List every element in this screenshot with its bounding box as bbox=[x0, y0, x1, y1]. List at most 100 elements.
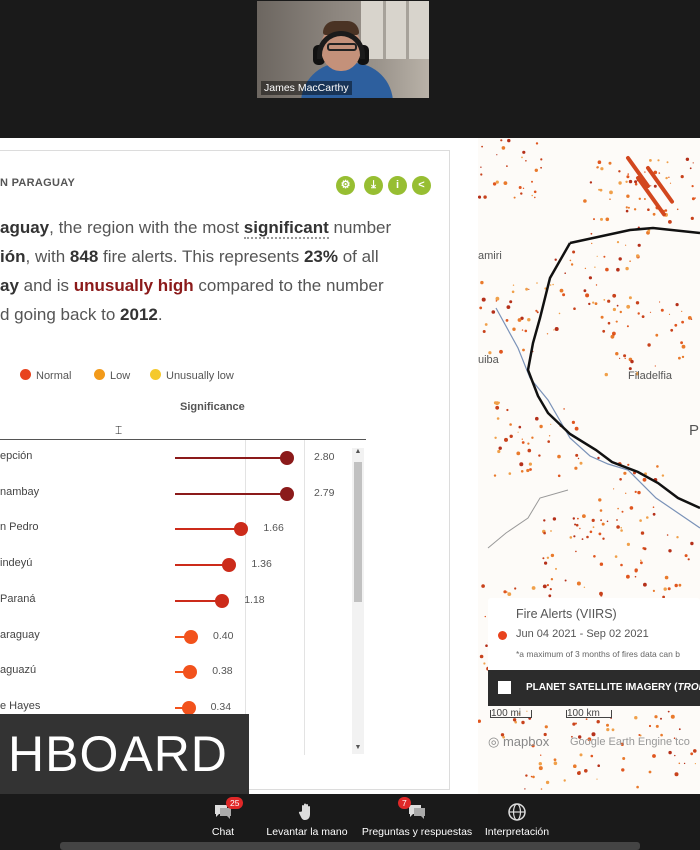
lollipop-dot[interactable] bbox=[222, 558, 237, 573]
fire-dot bbox=[571, 420, 575, 424]
significance-value: 0.40 bbox=[213, 629, 234, 642]
fire-dot bbox=[583, 199, 587, 203]
map-attribution[interactable]: Google Earth Engine tco bbox=[570, 736, 690, 748]
fire-dot bbox=[680, 341, 683, 345]
gear-icon[interactable]: ⚙ bbox=[336, 176, 355, 195]
raise-hand-label: Levantar la mano bbox=[266, 826, 348, 838]
fire-dot bbox=[690, 541, 694, 546]
fire-dot bbox=[513, 196, 516, 199]
participant-video[interactable]: James MacCarthy bbox=[257, 1, 429, 98]
fire-dot bbox=[589, 530, 593, 534]
fire-dot bbox=[554, 327, 559, 331]
region-boundary bbox=[569, 226, 700, 245]
fire-dot bbox=[680, 175, 684, 179]
interpretation-button[interactable]: Interpretación bbox=[480, 802, 554, 842]
fire-dot bbox=[678, 583, 682, 587]
raise-hand-button[interactable]: Levantar la mano bbox=[262, 802, 352, 842]
fire-dot bbox=[521, 156, 523, 159]
lollipop-dot[interactable] bbox=[184, 629, 198, 644]
qa-button[interactable]: 7 Preguntas y respuestas bbox=[358, 797, 476, 842]
fire-dot bbox=[564, 579, 567, 582]
fire-dot bbox=[620, 529, 623, 532]
scroll-up-arrow-icon[interactable]: ▲ bbox=[352, 448, 364, 458]
fire-dot bbox=[626, 194, 630, 198]
fire-dot bbox=[589, 181, 593, 184]
fire-map[interactable]: amiri Filadelfia uiba P Fire Alerts (VII… bbox=[478, 138, 700, 794]
fire-dot bbox=[540, 158, 543, 161]
lollipop-dot[interactable] bbox=[234, 522, 249, 537]
fire-dot bbox=[661, 474, 665, 477]
fire-dot bbox=[575, 523, 579, 527]
scroll-down-arrow-icon[interactable]: ▼ bbox=[352, 744, 364, 754]
scroll-thumb[interactable] bbox=[354, 462, 362, 602]
significance-value: 1.18 bbox=[244, 593, 265, 606]
fire-dot bbox=[483, 195, 487, 199]
mapbox-logo[interactable]: ◎ mapbox bbox=[488, 734, 549, 750]
fire-dot bbox=[626, 325, 629, 328]
table-row[interactable]: n Pedro 1.66 bbox=[0, 519, 350, 539]
table-scrollbar[interactable]: ▲ ▼ bbox=[352, 448, 364, 754]
region-name: aguazú bbox=[0, 664, 37, 677]
interpretation-label: Interpretación bbox=[484, 826, 550, 838]
fire-dot bbox=[618, 170, 621, 173]
table-row[interactable]: Paraná 1.18 bbox=[0, 591, 350, 611]
fire-dot bbox=[506, 165, 508, 167]
fire-dot bbox=[674, 583, 678, 588]
scale-bar-km: 100 km bbox=[566, 709, 612, 719]
region-name: araguay bbox=[0, 628, 40, 641]
lollipop-dot[interactable] bbox=[215, 593, 230, 608]
fire-dot bbox=[648, 724, 652, 728]
table-row[interactable]: epción 2.80 bbox=[0, 448, 350, 468]
fire-dot bbox=[481, 297, 486, 302]
fire-dot bbox=[524, 788, 526, 790]
region-table[interactable]: epción 2.80 nambay 2.79 n Pedro 1.66 indeyú 1.3… bbox=[0, 439, 366, 755]
fire-dot bbox=[529, 468, 532, 471]
river-line bbox=[495, 307, 700, 529]
fire-dot bbox=[643, 547, 647, 551]
planet-checkbox[interactable] bbox=[498, 681, 511, 694]
lollipop-dot[interactable] bbox=[183, 665, 198, 680]
fire-dot bbox=[563, 408, 565, 410]
fire-dot bbox=[535, 142, 539, 145]
fire-dot bbox=[640, 559, 642, 562]
fire-alerts-card[interactable]: Fire Alerts (VIIRS) Jun 04 2021 - Sep 02… bbox=[488, 598, 700, 676]
table-row[interactable]: araguay 0.40 bbox=[0, 627, 350, 647]
significance-value: 2.79 bbox=[314, 486, 335, 499]
fire-dot bbox=[586, 535, 589, 539]
fire-dot bbox=[601, 522, 605, 526]
fire-dot bbox=[572, 517, 575, 520]
fire-dot bbox=[616, 241, 620, 244]
fire-dot bbox=[689, 167, 692, 170]
lollipop-dot[interactable] bbox=[181, 700, 196, 715]
planet-imagery-toggle[interactable]: PLANET SATELLITE IMAGERY (TROPICS) bbox=[488, 670, 700, 706]
fire-dot bbox=[538, 766, 543, 771]
fire-dot bbox=[577, 771, 581, 775]
significance-value: 1.66 bbox=[263, 522, 284, 535]
fire-dot bbox=[666, 161, 669, 164]
info-icon[interactable]: i bbox=[388, 176, 407, 195]
table-row[interactable]: indeyú 1.36 bbox=[0, 555, 350, 575]
fire-alerts-date[interactable]: Jun 04 2021 - Sep 02 2021 bbox=[516, 628, 649, 640]
fire-dot bbox=[684, 554, 688, 558]
fire-dot bbox=[604, 372, 608, 377]
table-row[interactable]: nambay 2.79 bbox=[0, 484, 350, 504]
download-icon[interactable]: ⤓ bbox=[364, 176, 383, 195]
fire-dot bbox=[628, 179, 633, 184]
lollipop-dot[interactable] bbox=[280, 451, 294, 465]
chat-button[interactable]: 25 Chat bbox=[200, 797, 246, 842]
fire-dot bbox=[628, 296, 632, 300]
share-icon[interactable]: < bbox=[412, 176, 431, 195]
fire-dot bbox=[481, 145, 483, 148]
fire-dot bbox=[495, 401, 499, 406]
fire-dot bbox=[528, 462, 532, 466]
lollipop-dot[interactable] bbox=[279, 486, 294, 501]
fire-dot bbox=[532, 775, 535, 779]
table-row[interactable]: aguazú 0.38 bbox=[0, 662, 350, 682]
fire-dot bbox=[655, 333, 659, 337]
fire-dot bbox=[480, 280, 484, 285]
fire-dot bbox=[678, 356, 681, 360]
fire-dot bbox=[627, 173, 629, 175]
fire-dot bbox=[626, 175, 630, 179]
fire-dot bbox=[598, 532, 602, 536]
fire-dot bbox=[603, 299, 606, 301]
